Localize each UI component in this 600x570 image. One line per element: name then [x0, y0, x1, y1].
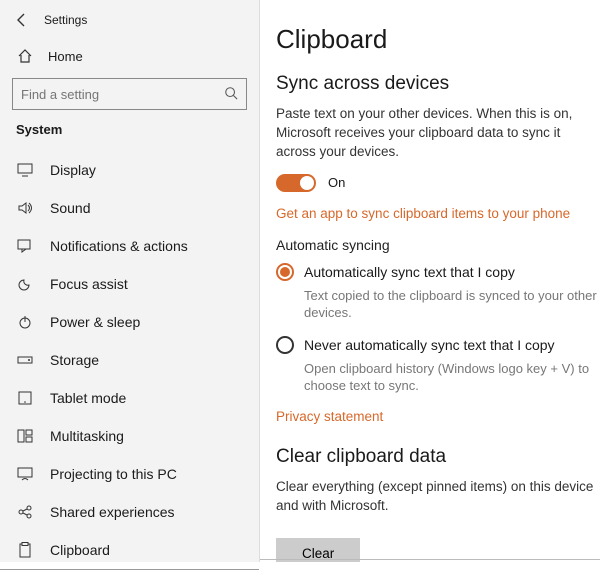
- nav-label: Display: [50, 162, 96, 178]
- sidebar-item-projecting[interactable]: Projecting to this PC: [12, 455, 247, 493]
- sync-heading: Sync across devices: [276, 73, 600, 95]
- tablet-icon: [16, 390, 34, 406]
- multitasking-icon: [16, 428, 34, 444]
- shared-icon: [16, 504, 34, 520]
- nav-label: Power & sleep: [50, 314, 140, 330]
- sidebar-item-tablet[interactable]: Tablet mode: [12, 379, 247, 417]
- clear-heading: Clear clipboard data: [276, 446, 600, 468]
- projecting-icon: [16, 466, 34, 482]
- sidebar-item-notifications[interactable]: Notifications & actions: [12, 227, 247, 265]
- search-icon: [224, 86, 238, 103]
- sync-toggle-row: On: [276, 174, 600, 192]
- sync-toggle[interactable]: [276, 174, 316, 192]
- notifications-icon: [16, 238, 34, 254]
- home-icon: [16, 48, 34, 64]
- search-box[interactable]: [12, 78, 247, 110]
- sidebar-item-power[interactable]: Power & sleep: [12, 303, 247, 341]
- radio-label: Automatically sync text that I copy: [304, 264, 515, 280]
- sidebar-item-shared[interactable]: Shared experiences: [12, 493, 247, 531]
- back-button[interactable]: [14, 12, 30, 28]
- radio-icon-selected: [276, 263, 294, 281]
- sidebar-item-clipboard[interactable]: Clipboard: [12, 531, 247, 569]
- sidebar-item-multitasking[interactable]: Multitasking: [12, 417, 247, 455]
- sound-icon: [16, 200, 34, 216]
- radio-desc: Open clipboard history (Windows logo key…: [304, 360, 600, 395]
- storage-icon: [16, 352, 34, 368]
- display-icon: [16, 162, 34, 178]
- sidebar-item-storage[interactable]: Storage: [12, 341, 247, 379]
- radio-option-auto[interactable]: Automatically sync text that I copy Text…: [276, 263, 600, 322]
- nav-label: Notifications & actions: [50, 238, 188, 254]
- nav-label: Tablet mode: [50, 390, 126, 406]
- radio-icon-unselected: [276, 336, 294, 354]
- sync-toggle-label: On: [328, 175, 345, 190]
- sync-desc: Paste text on your other devices. When t…: [276, 105, 600, 162]
- nav-label: Storage: [50, 352, 99, 368]
- nav-label: Clipboard: [50, 542, 110, 558]
- nav-label: Shared experiences: [50, 504, 175, 520]
- nav-label: Multitasking: [50, 428, 124, 444]
- page-title: Clipboard: [276, 24, 600, 55]
- nav-label: Sound: [50, 200, 90, 216]
- sidebar-item-display[interactable]: Display: [12, 151, 247, 189]
- get-app-link[interactable]: Get an app to sync clipboard items to yo…: [276, 206, 570, 221]
- sidebar-item-sound[interactable]: Sound: [12, 189, 247, 227]
- radio-desc: Text copied to the clipboard is synced t…: [304, 287, 600, 322]
- nav-label: Projecting to this PC: [50, 466, 177, 482]
- power-icon: [16, 314, 34, 330]
- sidebar: Settings Home System Display Sound: [0, 0, 260, 562]
- sidebar-item-focus-assist[interactable]: Focus assist: [12, 265, 247, 303]
- auto-sync-heading: Automatic syncing: [276, 237, 600, 253]
- sidebar-header: Settings: [0, 8, 259, 32]
- nav-label: Focus assist: [50, 276, 128, 292]
- sidebar-nav: Display Sound Notifications & actions Fo…: [12, 151, 247, 569]
- window-title: Settings: [44, 13, 87, 27]
- privacy-link[interactable]: Privacy statement: [276, 409, 383, 424]
- home-label: Home: [48, 49, 83, 64]
- sidebar-home[interactable]: Home: [12, 40, 247, 72]
- radio-option-never[interactable]: Never automatically sync text that I cop…: [276, 336, 600, 395]
- main-content: Clipboard Sync across devices Paste text…: [260, 0, 600, 562]
- radio-label: Never automatically sync text that I cop…: [304, 337, 555, 353]
- search-input[interactable]: [21, 87, 224, 102]
- clipboard-icon: [16, 542, 34, 558]
- sidebar-section-label: System: [12, 110, 247, 145]
- clear-desc: Clear everything (except pinned items) o…: [276, 478, 600, 516]
- focus-assist-icon: [16, 276, 34, 292]
